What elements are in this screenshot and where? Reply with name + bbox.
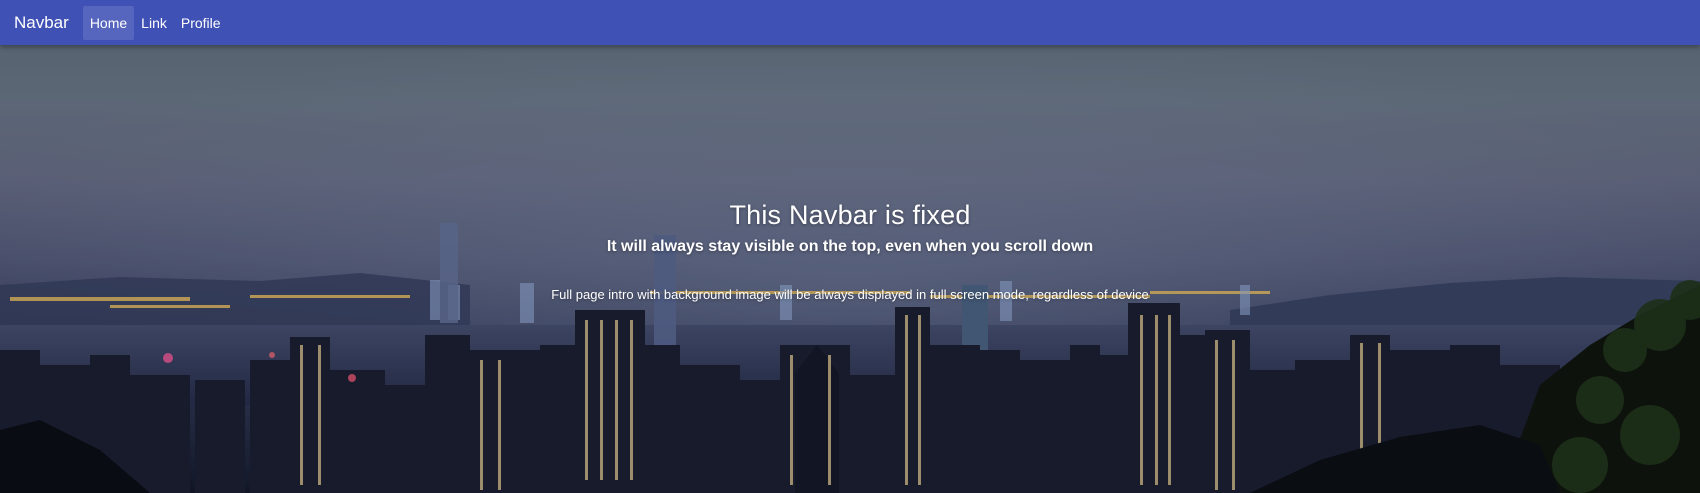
navbar: Navbar Home Link Profile [0, 0, 1700, 45]
hero-subtitle: It will always stay visible on the top, … [606, 238, 1094, 255]
hero-intro: This Navbar is fixed It will always stay… [0, 45, 1700, 493]
hero-description: Full page intro with background image wi… [551, 287, 1149, 302]
hero-title: This Navbar is fixed [729, 200, 971, 230]
nav-links: Home Link Profile [82, 0, 228, 45]
nav-item-home[interactable]: Home [82, 5, 135, 40]
nav-item-profile[interactable]: Profile [174, 6, 228, 40]
hero-dark-overlay [0, 45, 1700, 493]
navbar-brand[interactable]: Navbar [14, 13, 69, 33]
nav-item-link[interactable]: Link [134, 6, 174, 40]
